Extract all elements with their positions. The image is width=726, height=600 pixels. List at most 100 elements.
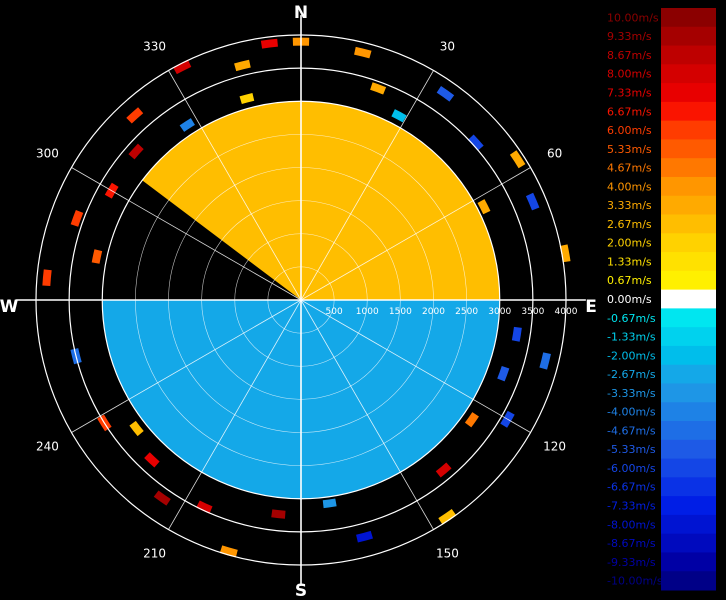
radial-velocity-radar-chart: 500 1000 1500 2000 2500 3000 3500 4000 30 60 120 1… <box>0 3 719 600</box>
colorbar-label: -3.33m/s <box>607 387 656 400</box>
colorbar-label: 1.33m/s <box>607 255 652 268</box>
colorbar-label: -4.67m/s <box>607 424 656 437</box>
velocity-bin <box>91 249 103 264</box>
colorbar-label: -6.67m/s <box>607 481 656 494</box>
velocity-bin <box>370 82 387 95</box>
colorbar-swatch <box>661 552 716 572</box>
colorbar-label: -4.00m/s <box>607 406 656 419</box>
bearing-label: 210 <box>143 547 166 561</box>
colorbar-swatch <box>661 176 716 197</box>
colorbar-label: -1.33m/s <box>607 331 656 344</box>
velocity-bin <box>497 366 510 382</box>
velocity-bin <box>42 269 52 286</box>
colorbar-label: 4.67m/s <box>607 162 652 175</box>
range-label: 2000 <box>422 307 445 317</box>
velocity-bin <box>234 59 251 72</box>
colorbar-label: -9.33m/s <box>607 556 656 569</box>
colorbar-label: -10.00m/s <box>607 575 663 588</box>
colorbar-swatch <box>661 45 716 65</box>
colorbar-swatch <box>661 327 716 347</box>
velocity-bin <box>260 38 278 49</box>
colorbar-swatch <box>661 139 716 159</box>
colorbar-label: -5.33m/s <box>607 443 656 456</box>
colorbar-label: -8.00m/s <box>607 518 656 531</box>
colorbar-label: 8.00m/s <box>607 68 652 81</box>
colorbar-swatch <box>661 439 716 460</box>
colorbar-swatch <box>661 383 716 403</box>
colorbar-swatch <box>661 458 716 478</box>
colorbar-swatch <box>661 101 716 122</box>
velocity-bin <box>129 420 144 437</box>
bearing-label: 240 <box>36 439 59 453</box>
bearing-spokes <box>16 15 586 585</box>
colorbar-label: -2.00m/s <box>607 349 656 362</box>
bearing-label: 150 <box>436 547 459 561</box>
velocity-bin <box>539 352 551 370</box>
colorbar-swatch <box>661 308 716 328</box>
range-label: 1000 <box>356 307 379 317</box>
colorbar-swatch <box>661 120 716 140</box>
colorbar-label: 4.00m/s <box>607 180 652 193</box>
colorbar-label: 5.33m/s <box>607 143 652 156</box>
colorbar-label: 0.00m/s <box>607 293 652 306</box>
cardinal-north: N <box>294 3 308 23</box>
bearing-label: 330 <box>143 39 166 53</box>
colorbar-label: -6.00m/s <box>607 462 656 475</box>
colorbar-label: 7.33m/s <box>607 86 652 99</box>
range-label: 2500 <box>455 307 478 317</box>
colorbar-label: 8.67m/s <box>607 49 652 62</box>
velocity-bin <box>322 498 337 509</box>
colorbar-swatch <box>661 26 716 47</box>
velocity-bin <box>509 150 526 169</box>
colorbar-label: 6.67m/s <box>607 105 652 118</box>
colorbar-swatch <box>661 364 716 384</box>
velocity-bin <box>435 462 452 478</box>
velocity-bin <box>436 86 455 102</box>
colorbar-swatch <box>661 533 716 553</box>
colorbar-label: 2.00m/s <box>607 237 652 250</box>
colorbar-swatch <box>661 8 716 28</box>
colorbar-swatch <box>661 477 716 497</box>
cardinal-west: W <box>0 297 19 317</box>
velocity-bin <box>126 107 144 124</box>
colorbar-label: 0.67m/s <box>607 274 652 287</box>
colorbar-label: 9.33m/s <box>607 30 652 43</box>
colorbar-swatch <box>661 421 716 441</box>
colorbar-label: -2.67m/s <box>607 368 656 381</box>
bearing-label: 60 <box>547 147 562 161</box>
velocity-bin <box>354 46 372 59</box>
cardinal-east: E <box>585 297 597 317</box>
colorbar-label: 6.00m/s <box>607 124 652 137</box>
colorbar-label: 2.67m/s <box>607 218 652 231</box>
colorbar-label: -7.33m/s <box>607 500 656 513</box>
range-label: 3500 <box>521 307 544 317</box>
colorbar-swatch <box>661 402 716 422</box>
velocity-bin <box>153 490 171 506</box>
range-label: 4000 <box>555 307 578 317</box>
range-label: 1500 <box>389 307 412 317</box>
velocity-colorbar: 10.00m/s 9.33m/s 8.67m/s 8.00m/s 7.33m/s 6.67… <box>605 8 719 591</box>
range-label: 3000 <box>488 307 511 317</box>
velocity-bin <box>511 326 522 342</box>
bearing-label: 300 <box>36 147 59 161</box>
velocity-bin <box>179 118 195 132</box>
colorbar-swatch <box>661 514 716 535</box>
velocity-bin <box>525 192 540 211</box>
colorbar-swatch <box>661 345 716 366</box>
colorbar-swatch <box>661 195 716 216</box>
colorbar-label: -8.67m/s <box>607 537 656 550</box>
colorbar-label: -0.67m/s <box>607 312 656 325</box>
velocity-bin <box>239 92 255 105</box>
colorbar-swatch <box>661 64 716 84</box>
cardinal-south: S <box>295 581 307 600</box>
bearing-label: 120 <box>543 439 566 453</box>
velocity-bin <box>271 509 286 519</box>
colorbar-swatch <box>661 214 716 234</box>
range-label: 500 <box>326 307 343 317</box>
colorbar-swatch <box>661 289 716 309</box>
velocity-bin <box>144 452 160 468</box>
colorbar-label: 10.00m/s <box>607 11 659 24</box>
velocity-bin <box>356 530 373 543</box>
colorbar-swatch <box>661 252 716 272</box>
velocity-bin <box>196 500 213 514</box>
